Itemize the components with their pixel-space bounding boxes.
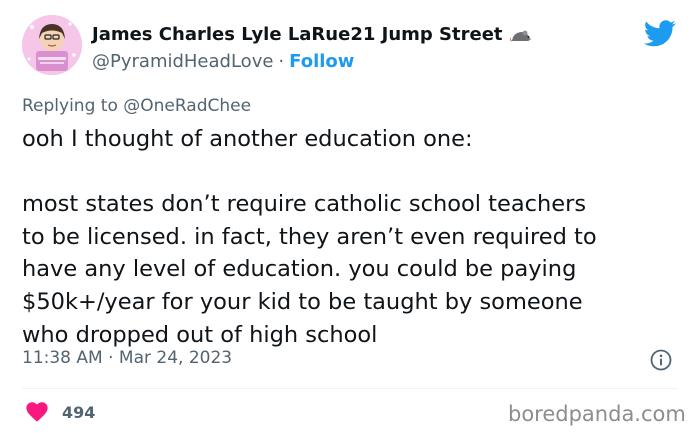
tweet-line: who dropped out of high school — [22, 321, 378, 348]
avatar-image — [22, 15, 82, 75]
twitter-bird-icon[interactable] — [644, 20, 676, 47]
info-icon[interactable] — [650, 349, 672, 371]
handle-separator: · — [278, 51, 285, 72]
heart-icon — [26, 402, 48, 422]
tweet-timestamp[interactable]: 11:38 AM · Mar 24, 2023 — [22, 348, 232, 368]
tweet-time: 11:38 AM — [22, 348, 103, 368]
watermark: boredpanda.com — [508, 402, 686, 426]
reply-context: Replying to @OneRadChee — [22, 96, 251, 116]
rat-icon — [509, 28, 532, 42]
timestamp-separator: · — [108, 348, 114, 368]
avatar[interactable] — [22, 15, 82, 75]
like-button[interactable]: 494 — [26, 402, 95, 422]
tweet-date: Mar 24, 2023 — [118, 348, 233, 368]
like-count: 494 — [62, 402, 96, 422]
tweet-text: ooh I thought of another education one: … — [22, 123, 682, 351]
tweet-line: most states don’t require catholic schoo… — [22, 191, 587, 218]
author-handle-row: @PyramidHeadLove · Follow — [92, 51, 354, 72]
tweet-line: ooh I thought of another education one: — [22, 126, 473, 152]
reply-target-link[interactable]: @OneRadChee — [123, 96, 251, 116]
tweet-line: have any level of education. you could b… — [22, 256, 577, 283]
tweet-line: to be licensed. in fact, they aren’t eve… — [22, 223, 597, 250]
follow-button[interactable]: Follow — [289, 51, 354, 72]
tweet-card: James Charles Lyle LaRue21 Jump Street @… — [0, 0, 700, 441]
author-name-row: James Charles Lyle LaRue21 Jump Street — [92, 24, 532, 45]
tweet-line: $50k+/year for your kid to be taught by … — [22, 288, 583, 315]
author-handle[interactable]: @PyramidHeadLove — [92, 51, 273, 72]
reply-prefix: Replying to — [22, 96, 118, 116]
divider — [22, 388, 678, 389]
author-display-name[interactable]: James Charles Lyle LaRue21 Jump Street — [92, 24, 503, 45]
